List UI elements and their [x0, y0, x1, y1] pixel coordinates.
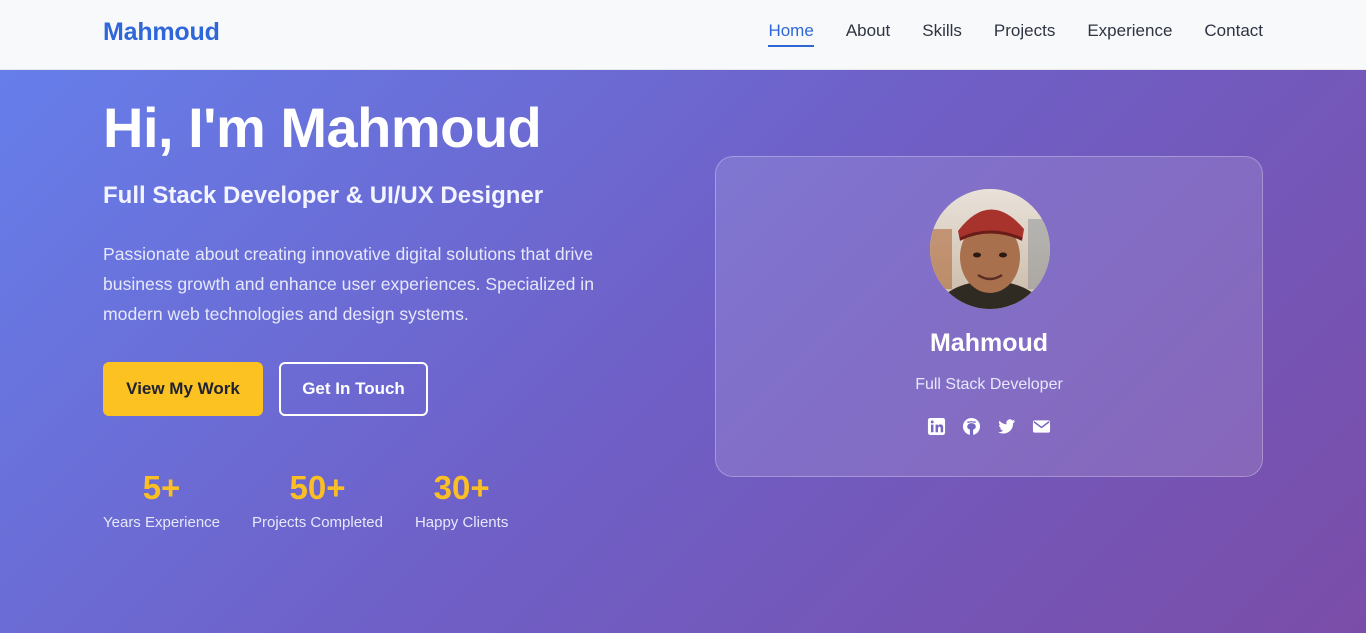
nav-link-about[interactable]: About	[846, 22, 890, 47]
profile-card: Mahmoud Full Stack Developer	[715, 156, 1263, 477]
nav-link-skills[interactable]: Skills	[922, 22, 962, 47]
stat-value: 30+	[433, 469, 490, 506]
brand-logo[interactable]: Mahmoud	[103, 18, 220, 47]
hero-title: Hi, I'm Mahmoud	[103, 96, 542, 159]
github-icon[interactable]	[962, 417, 981, 436]
stat-years: 5+ Years Experience	[103, 468, 220, 531]
avatar	[930, 189, 1050, 309]
hero-section: Hi, I'm Mahmoud Full Stack Developer & U…	[0, 70, 1366, 633]
nav-link-projects[interactable]: Projects	[994, 22, 1055, 47]
stat-label: Happy Clients	[414, 513, 509, 531]
stat-clients: 30+ Happy Clients	[415, 468, 508, 531]
nav-link-experience[interactable]: Experience	[1087, 22, 1172, 47]
stat-projects: 50+ Projects Completed	[252, 468, 383, 531]
profile-role: Full Stack Developer	[915, 376, 1063, 393]
email-icon[interactable]	[1032, 417, 1051, 436]
twitter-icon[interactable]	[997, 417, 1016, 436]
stats-row: 5+ Years Experience 50+ Projects Complet…	[103, 468, 540, 531]
hero-description: Passionate about creating innovative dig…	[103, 244, 594, 324]
stat-value: 5+	[142, 469, 181, 506]
nav-link-contact[interactable]: Contact	[1204, 22, 1263, 47]
profile-name: Mahmoud	[929, 329, 1049, 357]
view-my-work-button[interactable]: View My Work	[103, 362, 263, 416]
get-in-touch-button[interactable]: Get In Touch	[279, 362, 428, 416]
stat-label: Projects Completed	[252, 513, 383, 531]
nav-link-home[interactable]: Home	[768, 22, 814, 47]
stat-value: 50+	[289, 469, 346, 506]
stat-label: Years Experience	[103, 513, 221, 531]
nav-menu: Home About Skills Projects Experience Co…	[768, 22, 1263, 47]
avatar-photo	[930, 189, 1050, 309]
hero-subtitle: Full Stack Developer & UI/UX Designer	[103, 182, 544, 209]
navbar: Mahmoud Home About Skills Projects Exper…	[0, 0, 1366, 70]
linkedin-icon[interactable]	[927, 417, 946, 436]
social-links	[716, 417, 1262, 436]
